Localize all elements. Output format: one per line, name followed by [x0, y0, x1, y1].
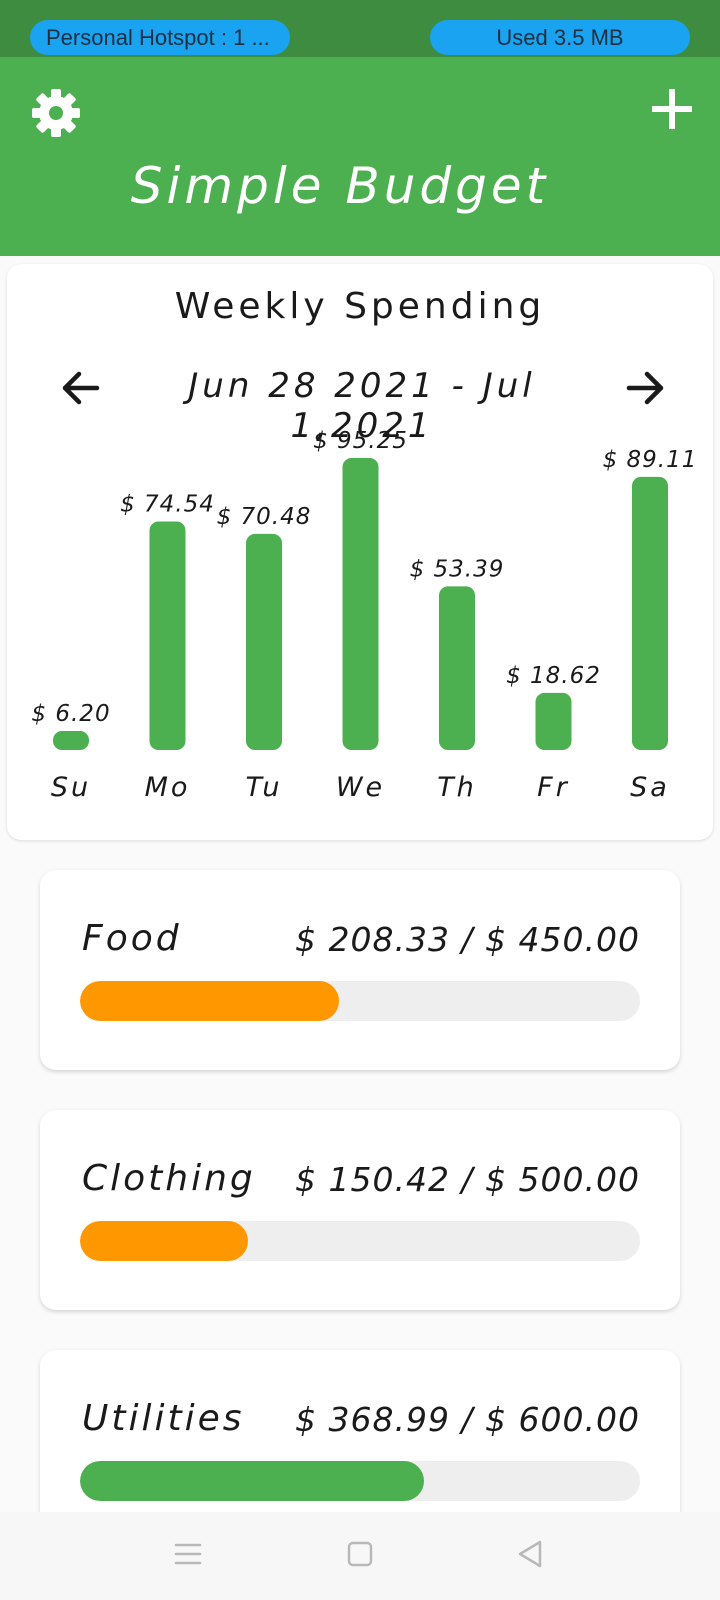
- day-label-mo: Mo: [145, 772, 191, 803]
- budget-card-clothing[interactable]: Clothing $ 150.42 / $ 500.00: [40, 1110, 680, 1310]
- budget-progress-track: [80, 981, 640, 1021]
- budget-progress-fill: [80, 1221, 249, 1261]
- budget-card-food[interactable]: Food $ 208.33 / $ 450.00: [40, 870, 680, 1070]
- bar-value-label: $ 95.25: [313, 428, 408, 454]
- system-nav-bar: [0, 1512, 720, 1600]
- triangle-back-icon[interactable]: [510, 1534, 550, 1574]
- day-label-fr: Fr: [537, 772, 570, 803]
- bar-th: [439, 586, 475, 750]
- day-label-tu: Tu: [246, 772, 283, 803]
- bar-su: [53, 730, 89, 750]
- budget-progress-fill: [80, 981, 340, 1021]
- app-bar: Simple Budget: [0, 57, 720, 256]
- app-title: Simple Budget: [130, 157, 550, 215]
- budget-amount: $ 150.42 / $ 500.00: [294, 1160, 640, 1199]
- day-label-su: Su: [51, 772, 91, 803]
- day-label-sa: Sa: [630, 772, 670, 803]
- bar-value-label: $ 18.62: [506, 663, 601, 689]
- budget-progress-track: [80, 1461, 640, 1501]
- bar-value-label: $ 89.11: [603, 447, 698, 473]
- budget-amount: $ 208.33 / $ 450.00: [294, 920, 640, 959]
- budget-name: Clothing: [82, 1158, 256, 1199]
- hotspot-pill[interactable]: Personal Hotspot : 1 ...: [30, 20, 290, 55]
- budget-amount: $ 368.99 / $ 600.00: [294, 1400, 640, 1439]
- data-usage-pill[interactable]: Used 3.5 MB: [430, 20, 690, 55]
- weekly-spending-card: Weekly Spending Jun 28 2021 - Jul 1,2021…: [7, 264, 713, 840]
- bar-fr: [535, 692, 572, 750]
- app-screen: Personal Hotspot : 1 ... Used 3.5 MB Sim…: [0, 0, 720, 1600]
- bar-sa: [632, 476, 668, 750]
- square-home-icon[interactable]: [340, 1534, 380, 1574]
- status-bar: Personal Hotspot : 1 ... Used 3.5 MB: [0, 0, 720, 57]
- menu-icon[interactable]: [168, 1534, 208, 1574]
- budget-name: Utilities: [82, 1398, 245, 1439]
- bar-value-label: $ 6.20: [31, 701, 110, 727]
- weekly-bar-chart: $ 6.20 Su $ 74.54 Mo $ 70.48 Tu $ 95.25 We $ 53.…: [31, 428, 698, 803]
- plus-icon[interactable]: [650, 87, 694, 131]
- day-label-we: We: [336, 772, 385, 803]
- bar-value-label: $ 74.54: [120, 491, 215, 517]
- bar-value-label: $ 53.39: [410, 556, 505, 582]
- bar-tu: [246, 533, 282, 750]
- day-label-th: Th: [437, 772, 477, 803]
- bar-value-label: $ 70.48: [217, 504, 312, 530]
- budget-progress-fill: [80, 1461, 425, 1501]
- budget-progress-track: [80, 1221, 640, 1261]
- gear-icon[interactable]: [28, 85, 84, 141]
- bar-we: [342, 458, 379, 750]
- budget-name: Food: [82, 918, 182, 959]
- bar-mo: [149, 521, 186, 750]
